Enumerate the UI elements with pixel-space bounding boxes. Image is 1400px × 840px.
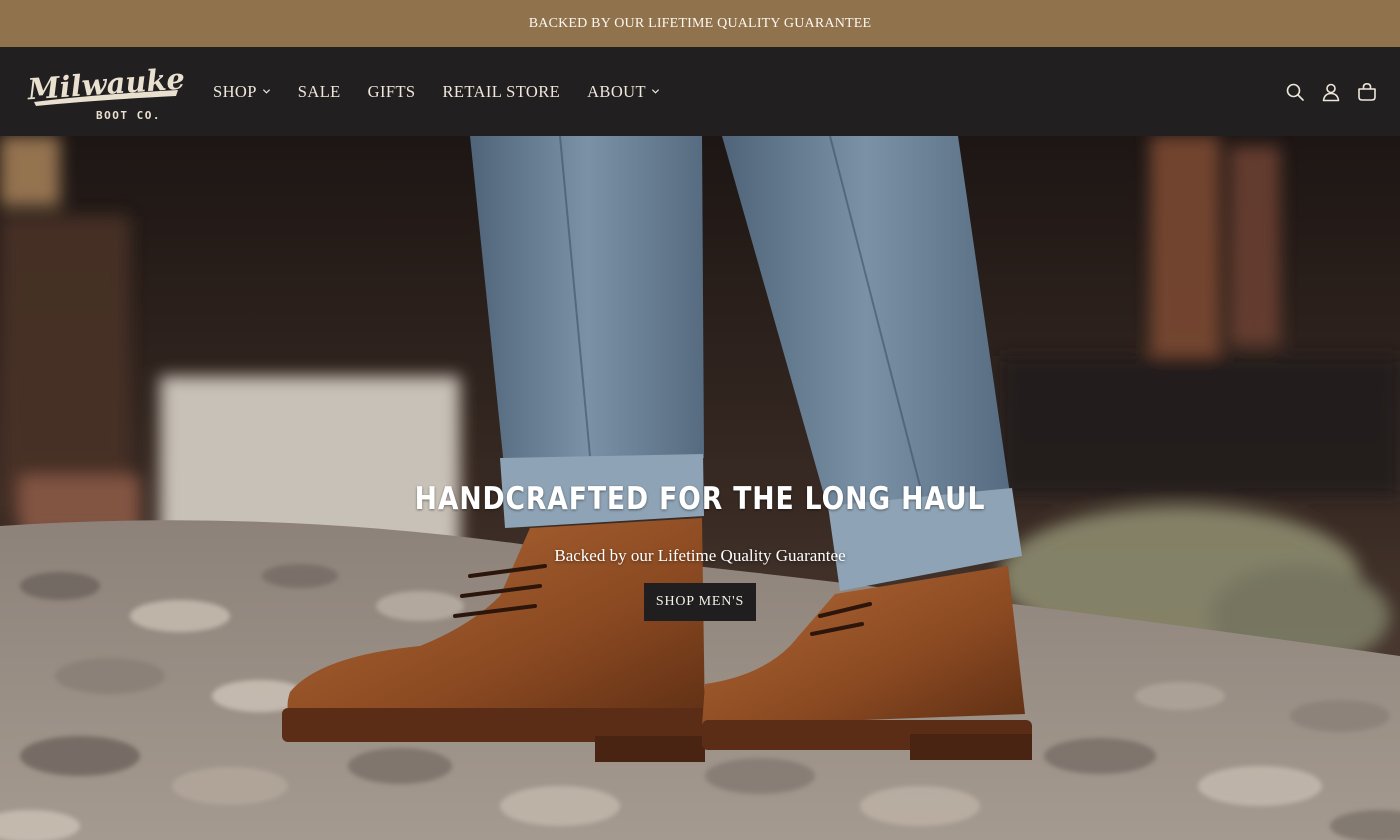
nav-item-gifts[interactable]: GIFTS	[368, 82, 416, 102]
nav-item-retail-store[interactable]: RETAIL STORE	[443, 82, 561, 102]
announcement-text: BACKED BY OUR LIFETIME QUALITY GUARANTEE	[528, 15, 872, 31]
nav-item-about[interactable]: ABOUT	[587, 82, 660, 102]
hero-banner: HANDCRAFTED FOR THE LONG HAUL Backed by …	[0, 136, 1400, 840]
nav-item-sale[interactable]: SALE	[298, 82, 341, 102]
chevron-down-icon	[262, 89, 270, 94]
brand-logo[interactable]: Milwaukee BOOT CO.	[25, 60, 204, 122]
search-button[interactable]	[1284, 81, 1306, 103]
announcement-bar: BACKED BY OUR LIFETIME QUALITY GUARANTEE	[0, 0, 1400, 47]
shop-mens-button[interactable]: SHOP MEN'S	[644, 583, 756, 621]
hero-subtitle: Backed by our Lifetime Quality Guarantee	[554, 546, 846, 565]
account-button[interactable]	[1320, 81, 1342, 103]
nav-item-label: ABOUT	[587, 81, 646, 101]
header-actions	[1284, 47, 1378, 136]
nav-item-label: GIFTS	[367, 81, 416, 101]
logo-subtext: BOOT CO.	[96, 109, 161, 122]
chevron-down-icon	[651, 89, 660, 94]
main-nav: SHOP SALE GIFTS RETAIL STORE ABOUT	[213, 47, 660, 136]
nav-item-shop[interactable]: SHOP	[213, 82, 271, 102]
account-icon	[1322, 83, 1340, 101]
search-icon	[1286, 83, 1304, 101]
logo-graphic: Milwaukee BOOT CO.	[25, 60, 204, 122]
site-header: Milwaukee BOOT CO. SHOP SALE GIFTS RETAI…	[0, 47, 1400, 136]
nav-item-label: SALE	[297, 81, 341, 101]
hero-subtitle-wrap: Backed by our Lifetime Quality Guarantee	[0, 536, 1400, 566]
hero-title: HANDCRAFTED FOR THE LONG HAUL	[414, 481, 986, 517]
nav-item-label: SHOP	[213, 81, 257, 101]
hero-copy: HANDCRAFTED FOR THE LONG HAUL	[0, 481, 1400, 517]
nav-item-label: RETAIL STORE	[442, 81, 561, 101]
shop-mens-label: SHOP MEN'S	[655, 594, 745, 609]
cart-button[interactable]	[1356, 81, 1378, 103]
cart-icon	[1358, 82, 1376, 101]
